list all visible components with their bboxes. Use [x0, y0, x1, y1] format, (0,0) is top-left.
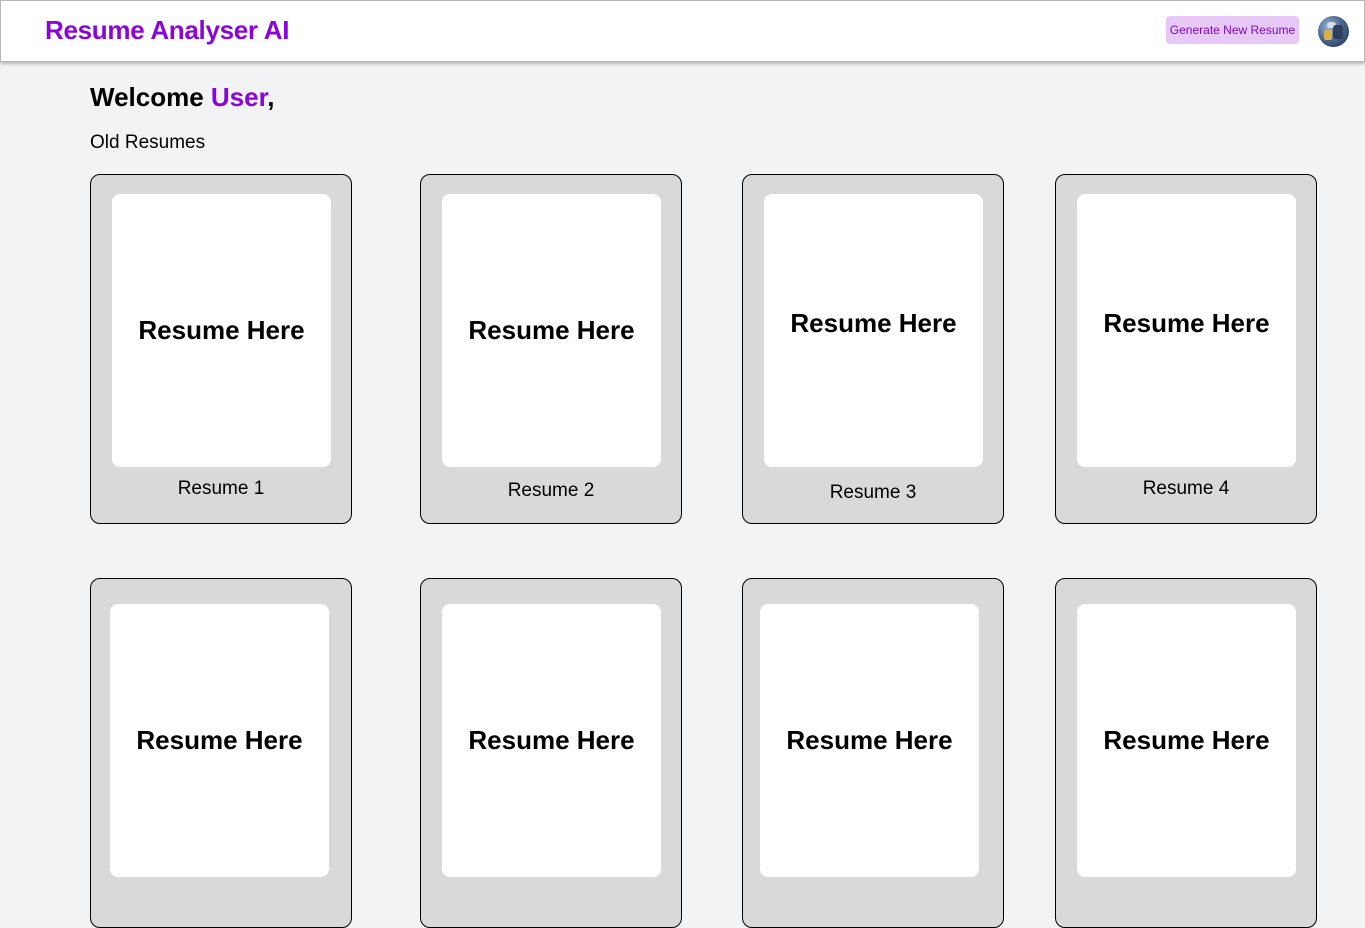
resume-preview: Resume Here [442, 194, 661, 467]
welcome-greeting: Welcome [90, 82, 211, 112]
resume-card[interactable]: Resume Here Resume 2 [420, 174, 682, 524]
welcome-username: User [210, 82, 268, 112]
resume-preview: Resume Here [1077, 604, 1296, 877]
resume-card[interactable]: Resume Here [420, 578, 682, 928]
resume-caption: Resume 3 [829, 482, 917, 503]
old-resumes-label: Old Resumes [90, 132, 206, 153]
avatar-image [1324, 30, 1332, 40]
resume-preview: Resume Here [110, 604, 329, 877]
brand-logo-text[interactable]: Resume Analyser AI [45, 15, 289, 46]
resume-card[interactable]: Resume Here Resume 1 [90, 174, 352, 524]
resume-caption: Resume 4 [1142, 478, 1230, 499]
avatar-image [1333, 25, 1343, 39]
resume-preview: Resume Here [760, 604, 979, 877]
resume-caption: Resume 2 [507, 480, 595, 501]
resume-card[interactable]: Resume Here [742, 578, 1004, 928]
generate-new-resume-button[interactable]: Generate New Resume [1166, 16, 1299, 44]
welcome-suffix: , [267, 82, 275, 112]
resume-card[interactable]: Resume Here [1055, 578, 1317, 928]
resume-preview: Resume Here [442, 604, 661, 877]
resume-preview: Resume Here [112, 194, 331, 467]
resume-preview: Resume Here [1077, 194, 1296, 467]
welcome-heading: Welcome User, [90, 82, 275, 113]
top-navbar: Resume Analyser AI Generate New Resume [0, 0, 1365, 62]
resume-card[interactable]: Resume Here Resume 3 [742, 174, 1004, 524]
resume-caption: Resume 1 [177, 478, 265, 499]
resume-preview: Resume Here [764, 194, 983, 467]
avatar[interactable] [1318, 16, 1349, 47]
resume-card[interactable]: Resume Here [90, 578, 352, 928]
resume-card[interactable]: Resume Here Resume 4 [1055, 174, 1317, 524]
